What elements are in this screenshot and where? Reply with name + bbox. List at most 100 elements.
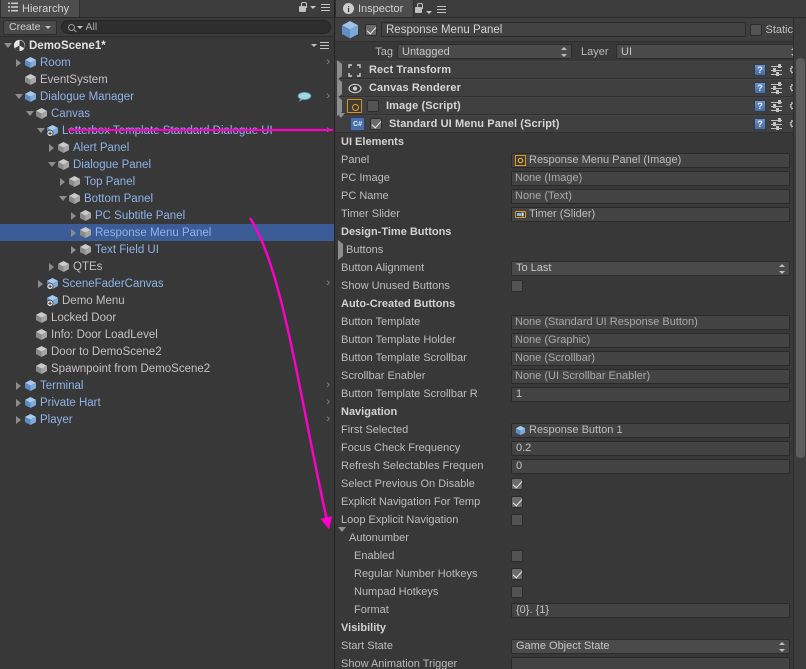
hierarchy-row[interactable]: SceneFaderCanvas › (0, 275, 334, 292)
disclosure-triangle-closed-icon[interactable] (35, 279, 46, 288)
property-label[interactable]: Autonumber (349, 532, 519, 544)
hierarchy-tree[interactable]: DemoScene1* Room › EventSystem Dialogue Mana… (0, 37, 334, 669)
static-checkbox[interactable] (750, 23, 763, 36)
object-field[interactable]: Response Button 1 (511, 422, 790, 438)
preset-icon[interactable] (771, 82, 783, 94)
disclosure-triangle-closed-icon[interactable] (337, 60, 342, 80)
disclosure-triangle-closed-icon[interactable] (337, 96, 342, 116)
inspector-scrollbar-thumb[interactable] (796, 58, 805, 458)
property-label[interactable]: Buttons (346, 244, 516, 256)
number-field[interactable]: 0.2 (511, 440, 790, 456)
disclosure-triangle-closed-icon[interactable] (13, 58, 24, 67)
disclosure-triangle-closed-icon[interactable] (337, 78, 342, 98)
help-icon[interactable]: ? (754, 64, 766, 76)
tab-hierarchy[interactable]: Hierarchy (0, 0, 81, 17)
hierarchy-row[interactable]: Canvas (0, 105, 334, 122)
property-checkbox[interactable] (511, 514, 523, 526)
disclosure-triangle-closed-icon[interactable] (46, 262, 57, 271)
component-header[interactable]: Image (Script)?⚙ (335, 96, 806, 116)
property-checkbox[interactable] (511, 568, 523, 580)
hierarchy-row[interactable]: Dialogue Panel (0, 156, 334, 173)
disclosure-triangle-open-icon[interactable] (13, 94, 24, 99)
hierarchy-row[interactable]: PC Subtitle Panel (0, 207, 334, 224)
gameobject-enabled-checkbox[interactable] (365, 23, 377, 36)
hierarchy-search-input[interactable]: All (60, 20, 331, 34)
hierarchy-row[interactable]: Dialogue Manager › (0, 88, 334, 105)
lock-icon[interactable] (414, 3, 423, 14)
hierarchy-row[interactable]: Info: Door LoadLevel (0, 326, 334, 343)
disclosure-triangle-closed-icon[interactable] (13, 381, 24, 390)
hierarchy-row[interactable]: Letterbox Template Standard Dialogue UI › (0, 122, 334, 139)
row-expand-chevron-icon[interactable]: › (326, 91, 330, 102)
text-field[interactable] (511, 656, 790, 669)
chevron-down-icon[interactable] (310, 6, 316, 9)
disclosure-triangle-closed-icon[interactable] (13, 415, 24, 424)
hierarchy-row[interactable]: QTEs (0, 258, 334, 275)
row-expand-chevron-icon[interactable]: › (326, 397, 330, 408)
hierarchy-row[interactable]: Alert Panel (0, 139, 334, 156)
help-icon[interactable]: ? (754, 118, 766, 130)
disclosure-triangle-closed-icon[interactable] (68, 228, 79, 237)
hierarchy-row[interactable]: Door to DemoScene2 (0, 343, 334, 360)
create-button[interactable]: Create (3, 19, 57, 35)
hierarchy-row[interactable]: Room › (0, 54, 334, 71)
disclosure-triangle-closed-icon[interactable] (46, 143, 57, 152)
hierarchy-row[interactable]: Terminal › (0, 377, 334, 394)
hierarchy-row[interactable]: Top Panel (0, 173, 334, 190)
dropdown-field[interactable]: To Last (511, 260, 790, 276)
disclosure-triangle-closed-icon[interactable] (68, 211, 79, 220)
object-field[interactable]: None (Scrollbar) (511, 350, 790, 366)
property-checkbox[interactable] (511, 586, 523, 598)
object-field[interactable]: Timer (Slider) (511, 206, 790, 222)
disclosure-triangle-closed-icon[interactable] (338, 240, 343, 260)
lock-icon[interactable] (298, 2, 307, 13)
object-field[interactable]: None (Standard UI Response Button) (511, 314, 790, 330)
property-checkbox[interactable] (511, 478, 523, 490)
hierarchy-row[interactable]: Bottom Panel (0, 190, 334, 207)
hamburger-menu-icon[interactable] (319, 3, 331, 12)
property-checkbox[interactable] (511, 496, 523, 508)
object-field[interactable]: Response Menu Panel (Image) (511, 152, 790, 168)
tag-dropdown[interactable]: Untagged (397, 44, 572, 59)
number-field[interactable]: 1 (511, 386, 790, 402)
number-field[interactable]: 0 (511, 458, 790, 474)
chevron-down-icon[interactable] (426, 11, 433, 14)
hierarchy-row[interactable]: DemoScene1* (0, 37, 334, 54)
hierarchy-row[interactable]: Locked Door (0, 309, 334, 326)
property-checkbox[interactable] (511, 550, 523, 562)
inspector-scrollbar[interactable] (793, 18, 806, 669)
hierarchy-row[interactable]: Private Hart › (0, 394, 334, 411)
object-field[interactable]: None (UI Scrollbar Enabler) (511, 368, 790, 384)
help-icon[interactable]: ? (754, 82, 766, 94)
disclosure-triangle-open-icon[interactable] (24, 111, 35, 116)
disclosure-triangle-open-icon[interactable] (2, 43, 13, 48)
hierarchy-row[interactable]: Player › (0, 411, 334, 428)
disclosure-triangle-open-icon[interactable] (338, 527, 346, 544)
component-enabled-checkbox[interactable] (367, 100, 379, 112)
row-expand-chevron-icon[interactable]: › (326, 57, 330, 68)
hierarchy-row[interactable]: Demo Menu (0, 292, 334, 309)
preset-icon[interactable] (771, 118, 783, 130)
row-expand-chevron-icon[interactable]: › (326, 414, 330, 425)
object-field[interactable]: None (Graphic) (511, 332, 790, 348)
disclosure-triangle-closed-icon[interactable] (57, 177, 68, 186)
component-enabled-checkbox[interactable] (370, 118, 382, 130)
disclosure-triangle-closed-icon[interactable] (13, 398, 24, 407)
component-header[interactable]: C#Standard UI Menu Panel (Script)?⚙ (335, 113, 806, 133)
row-expand-chevron-icon[interactable]: › (326, 380, 330, 391)
gameobject-name-field[interactable]: Response Menu Panel (381, 22, 747, 37)
layer-dropdown[interactable]: UI (616, 44, 802, 59)
object-field[interactable]: None (Text) (511, 188, 790, 204)
component-header[interactable]: Canvas Renderer?⚙ (335, 78, 806, 98)
row-expand-chevron-icon[interactable]: › (326, 125, 330, 136)
text-field[interactable]: {0}. {1} (511, 602, 790, 618)
disclosure-triangle-open-icon[interactable] (35, 128, 46, 133)
component-header[interactable]: Rect Transform?⚙ (335, 60, 806, 80)
disclosure-triangle-open-icon[interactable] (46, 162, 57, 167)
preset-icon[interactable] (771, 100, 783, 112)
disclosure-triangle-open-icon[interactable] (57, 196, 68, 201)
disclosure-triangle-open-icon[interactable] (337, 113, 345, 130)
hierarchy-row[interactable]: EventSystem (0, 71, 334, 88)
help-icon[interactable]: ? (754, 100, 766, 112)
hamburger-menu-icon[interactable] (435, 5, 447, 14)
